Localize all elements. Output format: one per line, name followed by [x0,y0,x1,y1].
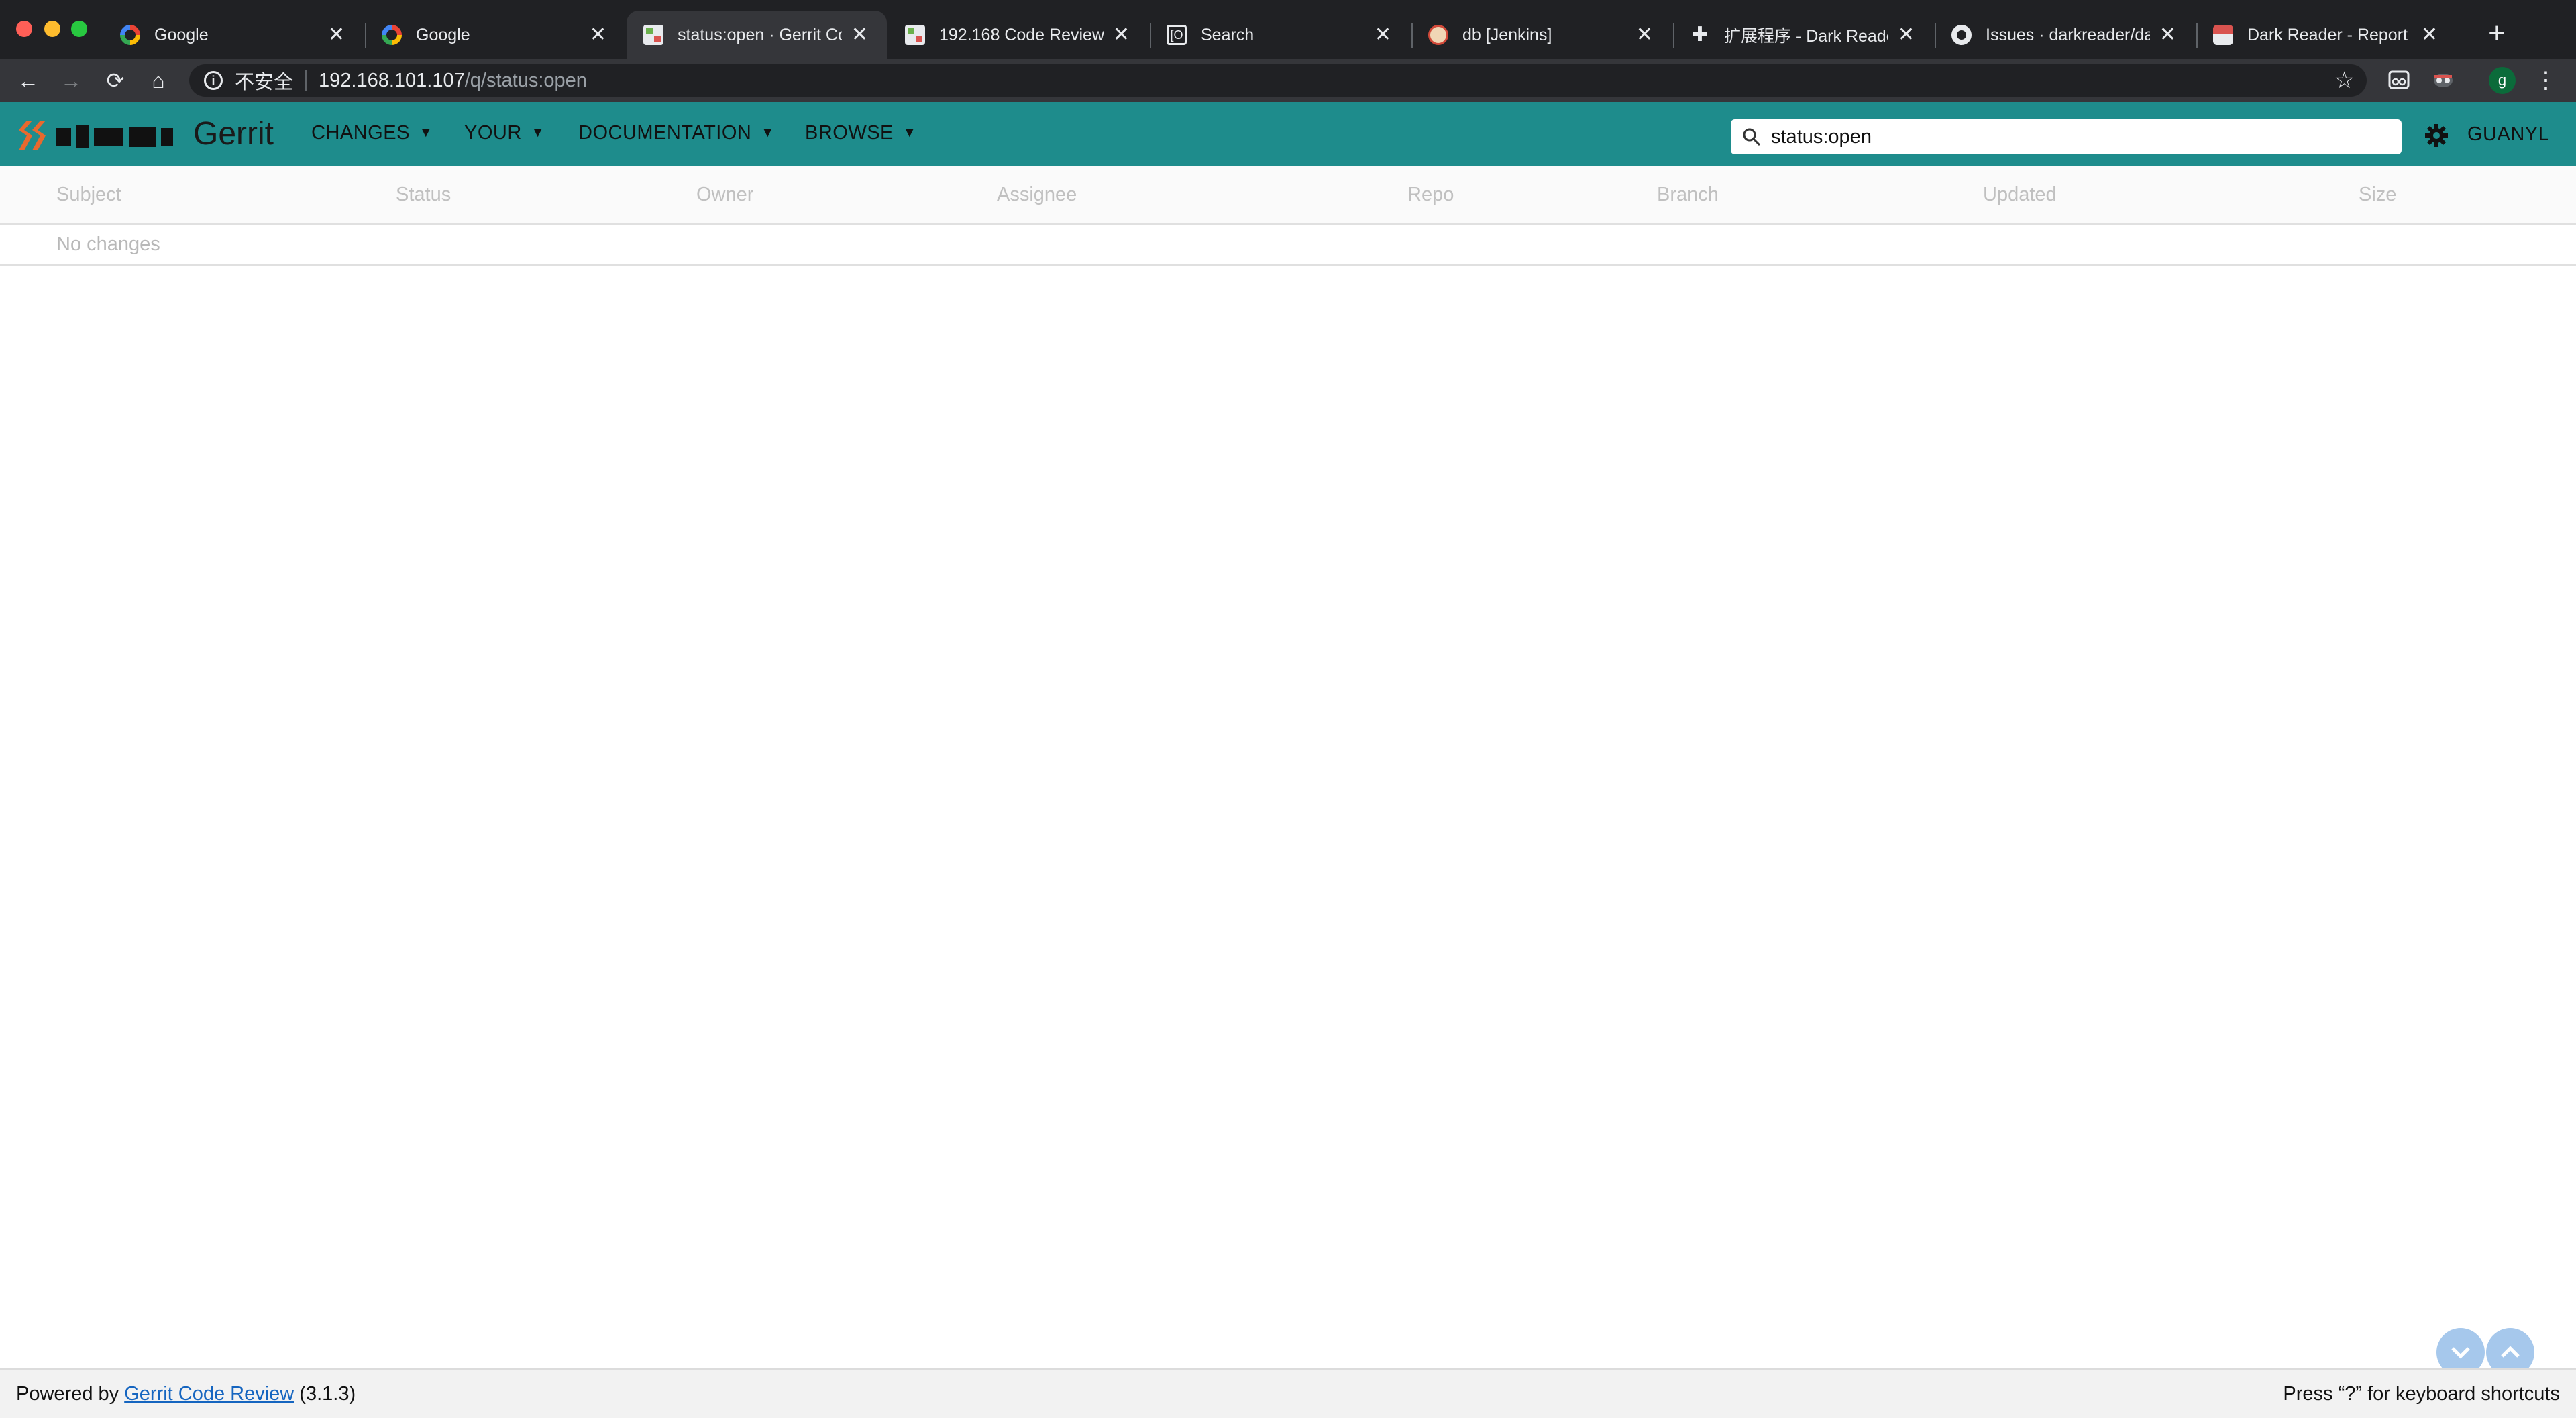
tab-title: Issues · darkreader/da [1986,25,2150,44]
gerrit-version: (3.1.3) [294,1383,356,1405]
tab-close-icon[interactable]: ✕ [2421,25,2438,45]
back-arrow-icon[interactable]: ← [13,66,43,95]
reading-glasses-extension-icon[interactable] [2387,68,2411,93]
tab-close-icon[interactable]: ✕ [590,25,606,45]
gerrit-footer: Powered by Gerrit Code Review (3.1.3) Pr… [0,1368,2576,1418]
menu-browse[interactable]: BROWSE ▼ [805,122,916,144]
gerrit-code-review-link[interactable]: Gerrit Code Review [124,1383,294,1405]
tab-close-icon[interactable]: ✕ [1113,25,1130,45]
caret-down-icon: ▼ [761,125,775,140]
caret-down-icon: ▼ [902,125,917,140]
empty-list-row: No changes [0,225,2576,266]
site-info-icon[interactable]: i [204,71,223,90]
browser-tab[interactable]: Google ✕ [103,11,364,59]
gear-icon[interactable] [2423,122,2450,149]
search-query-value: status:open [1771,125,1872,148]
search-favicon-icon: [O [1166,24,1187,46]
gerrit-favicon-icon [643,24,664,46]
tab-title: 192.168 Code Review - [939,25,1104,44]
column-header-subject: Subject [56,184,121,205]
browser-tab-strip: Google ✕ Google ✕ status:open · Gerrit C… [0,0,2576,59]
menu-label: YOUR [464,122,522,144]
browser-toolbar: ← → ⟳ ⌂ i 不安全 192.168.101.107/q/status:o… [0,59,2576,102]
tab-title: status:open · Gerrit Co [678,25,842,44]
change-table-header: Subject Status Owner Assignee Repo Branc… [0,166,2576,225]
browser-menu-icon[interactable]: ⋮ [2534,66,2557,95]
chevron-up-icon [2501,1346,2520,1358]
caret-down-icon: ▼ [531,125,545,140]
new-tab-button[interactable]: + [2478,15,2516,52]
gerrit-header: Gerrit CHANGES ▼ YOUR ▼ DOCUMENTATION ▼ … [0,102,2576,166]
tab-title: 扩展程序 - Dark Reader [1724,27,1888,46]
company-logo-icon [19,121,46,150]
column-header-updated: Updated [1983,184,2057,205]
column-header-branch: Branch [1657,184,1719,205]
menu-documentation[interactable]: DOCUMENTATION ▼ [578,122,775,144]
tab-close-icon[interactable]: ✕ [1636,25,1653,45]
url-host: 192.168.101.107 [319,69,465,91]
empty-message: No changes [56,233,160,255]
gerrit-favicon-icon [904,24,926,46]
puzzle-favicon-icon: ✚ [1691,23,1709,46]
tab-title: Dark Reader - Report A [2247,25,2412,44]
tab-title: db [Jenkins] [1462,25,1552,44]
browser-tab[interactable]: [O Search ✕ [1150,11,1410,59]
gerrit-logo-text[interactable]: Gerrit [193,115,274,152]
powered-prefix: Powered by [16,1383,125,1405]
tab-title: Google [154,25,209,44]
account-menu[interactable]: GUANYL [2467,123,2549,146]
redacted-logo-text [56,123,193,150]
menu-changes[interactable]: CHANGES ▼ [311,122,433,144]
browser-tab[interactable]: db [Jenkins] ✕ [1411,11,1672,59]
google-favicon-icon [381,24,402,46]
chevron-down-icon [2451,1347,2470,1359]
column-header-status: Status [396,184,451,205]
browser-tab-active[interactable]: status:open · Gerrit Co ✕ [627,11,887,59]
window-close-button[interactable] [16,21,32,37]
column-header-owner: Owner [696,184,754,205]
address-bar[interactable]: i 不安全 192.168.101.107/q/status:open ☆ [189,64,2367,97]
change-search-input[interactable]: status:open [1731,119,2402,154]
menu-label: DOCUMENTATION [578,122,752,144]
column-header-size: Size [2359,184,2397,205]
darkreader-favicon-icon [2212,24,2234,46]
google-favicon-icon [119,24,141,46]
browser-tab[interactable]: Google ✕ [365,11,625,59]
column-header-repo: Repo [1407,184,1454,205]
tab-close-icon[interactable]: ✕ [1375,25,1391,45]
tab-close-icon[interactable]: ✕ [1898,25,1915,45]
tab-close-icon[interactable]: ✕ [851,25,868,45]
home-icon[interactable]: ⌂ [144,66,173,95]
search-icon [1743,128,1761,146]
window-minimize-button[interactable] [44,21,60,37]
tab-close-icon[interactable]: ✕ [328,25,345,45]
menu-your[interactable]: YOUR ▼ [464,122,545,144]
jenkins-favicon-icon [1428,24,1449,46]
column-header-assignee: Assignee [997,184,1077,205]
keyboard-shortcut-hint: Press “?” for keyboard shortcuts [2283,1383,2560,1405]
tab-title: Google [416,25,470,44]
dark-reader-extension-icon[interactable] [2431,68,2455,93]
menu-label: BROWSE [805,122,894,144]
tab-title: Search [1201,25,1254,44]
menu-label: CHANGES [311,122,410,144]
bookmark-star-icon[interactable]: ☆ [2334,67,2355,94]
url-path: /q/status:open [464,69,587,91]
browser-tab[interactable]: Issues · darkreader/da ✕ [1935,11,2195,59]
github-favicon-icon [1951,24,1972,46]
browser-tab[interactable]: Dark Reader - Report A ✕ [2196,11,2457,59]
tab-close-icon[interactable]: ✕ [2159,25,2176,45]
security-label: 不安全 [235,72,294,93]
reload-icon[interactable]: ⟳ [101,66,130,95]
browser-tab[interactable]: 192.168 Code Review - ✕ [888,11,1148,59]
forward-arrow-icon[interactable]: → [56,66,86,95]
profile-avatar[interactable]: g [2489,67,2516,94]
browser-tab[interactable]: ✚ 扩展程序 - Dark Reader ✕ [1673,11,1933,59]
powered-by-text: Powered by Gerrit Code Review (3.1.3) [16,1383,356,1405]
window-zoom-button[interactable] [71,21,87,37]
caret-down-icon: ▼ [419,125,433,140]
address-divider [305,70,307,91]
